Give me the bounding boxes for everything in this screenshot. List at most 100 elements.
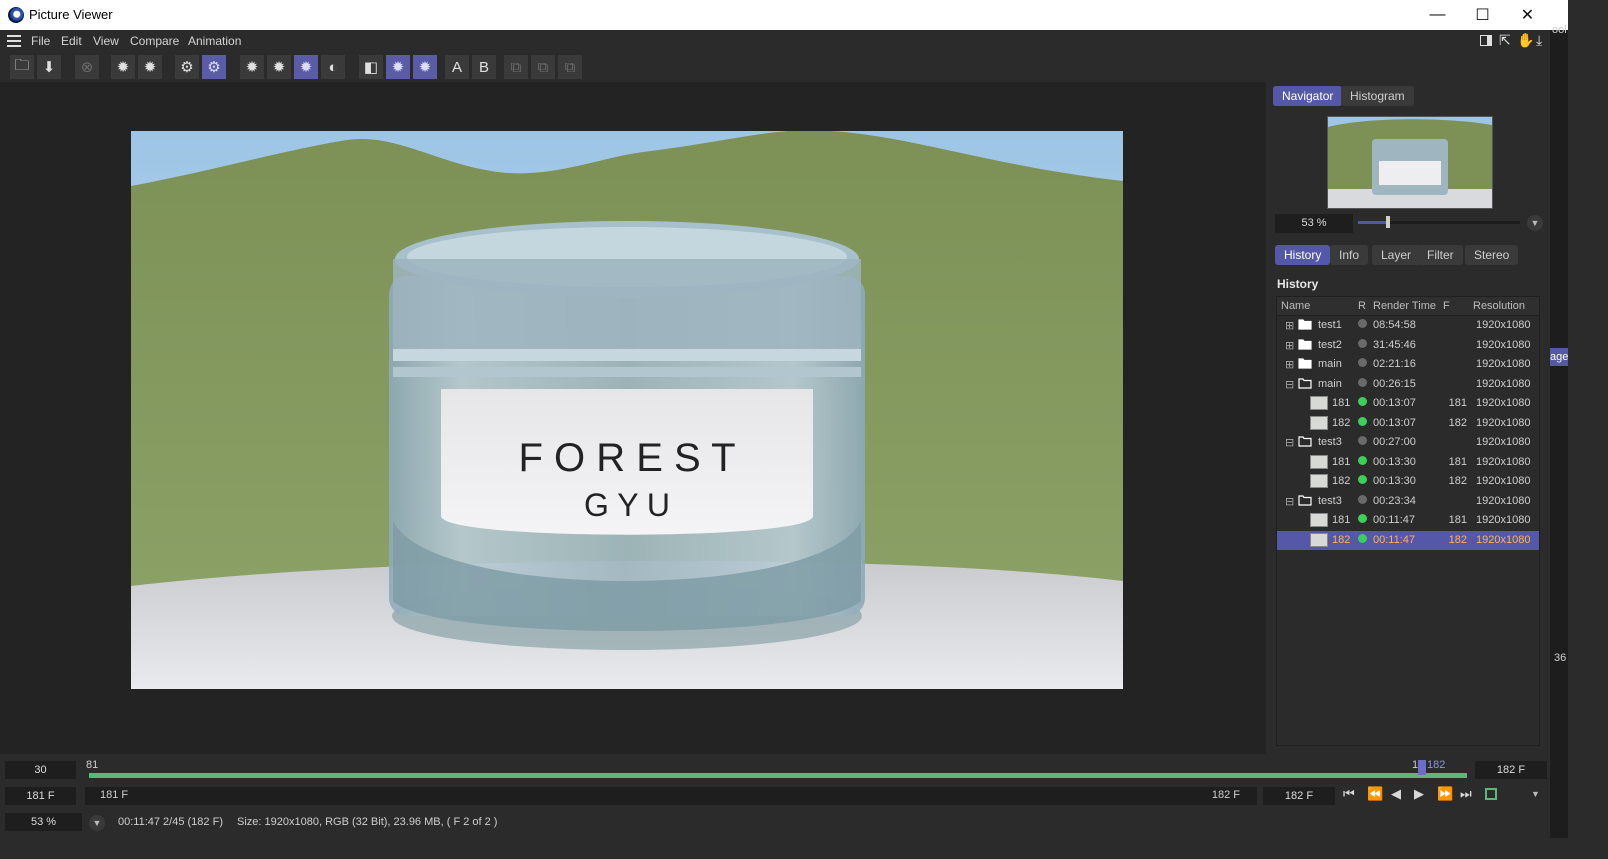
menu-compare[interactable]: Compare — [130, 34, 179, 48]
row-resolution: 1920x1080 — [1476, 358, 1531, 370]
goto-end-icon[interactable]: ⏭ — [1460, 786, 1472, 802]
status-time: 00:11:47 2/45 (182 F) — [118, 816, 223, 828]
history-row[interactable]: ⊞ test1 08:54:58 1920x1080 — [1277, 316, 1539, 335]
status-zoom-dropdown-icon[interactable]: ▼ — [89, 815, 105, 831]
timeline-dropdown-icon[interactable]: ▼ — [1531, 789, 1540, 799]
render-status-icon — [1358, 436, 1367, 445]
tab-stereo[interactable]: Stereo — [1465, 245, 1519, 265]
play-frame-field[interactable]: 182 F — [1263, 787, 1335, 805]
current-frame-field[interactable]: 181 F — [5, 787, 76, 805]
tab-layer[interactable]: Layer — [1372, 245, 1421, 265]
expand-toggle[interactable]: ⊞ — [1285, 339, 1294, 352]
close-button[interactable]: ✕ — [1505, 0, 1550, 30]
column-render-time[interactable]: Render Time — [1373, 300, 1436, 312]
zoom-field[interactable]: 53 % — [1275, 214, 1353, 233]
play-icon[interactable]: ▶ — [1414, 786, 1424, 802]
history-row[interactable]: 182 00:11:47 182 1920x1080 — [1277, 530, 1539, 550]
history-row[interactable]: 181 00:11:47 181 1920x1080 — [1277, 511, 1539, 530]
history-row[interactable]: 182 00:13:07 182 1920x1080 — [1277, 414, 1539, 433]
b-button[interactable]: B — [472, 55, 496, 79]
column-f[interactable]: F — [1443, 300, 1450, 312]
navigator-thumbnail[interactable] — [1327, 116, 1493, 209]
channel-2-icon[interactable]: ✹ — [267, 55, 291, 79]
channel-3-icon[interactable]: ✹ — [294, 55, 318, 79]
expand-toggle[interactable]: ⊟ — [1285, 378, 1294, 391]
save-icon[interactable]: ⬇ — [37, 55, 61, 79]
row-render-time: 02:21:16 — [1373, 358, 1416, 370]
tab-history[interactable]: History — [1275, 245, 1331, 265]
compare-a-icon[interactable]: ✹ — [386, 55, 410, 79]
folder-icon — [1298, 436, 1312, 447]
render-icon[interactable]: ✹ — [138, 55, 162, 79]
compare-b-icon[interactable]: ✹ — [413, 55, 437, 79]
tab-histogram[interactable]: Histogram — [1341, 86, 1414, 106]
history-row[interactable]: ⊟ test3 00:27:00 1920x1080 — [1277, 433, 1539, 452]
hamburger-icon[interactable] — [7, 35, 21, 47]
expand-toggle[interactable]: ⊞ — [1285, 358, 1294, 371]
external-window-icon[interactable]: ⇱ — [1499, 32, 1511, 49]
status-bar: 53 % ▼ 00:11:47 2/45 (182 F) Size: 1920x… — [0, 812, 1550, 834]
menu-view[interactable]: View — [93, 34, 119, 48]
prev-key-icon[interactable]: ⏪ — [1367, 786, 1383, 802]
row-render-time: 00:13:30 — [1373, 475, 1416, 487]
expand-toggle[interactable]: ⊟ — [1285, 436, 1294, 449]
end-frame-field[interactable]: 182 F — [1475, 761, 1547, 779]
tab-info[interactable]: Info — [1330, 245, 1369, 265]
row-name: main — [1318, 377, 1342, 390]
row-render-time: 31:45:46 — [1373, 338, 1416, 351]
pin-icon[interactable]: ⤓ — [1536, 32, 1542, 49]
column-r[interactable]: R — [1358, 300, 1366, 312]
difference-icon[interactable]: ⧉ — [558, 55, 582, 79]
zoom-dropdown-icon[interactable]: ▼ — [1527, 215, 1543, 231]
row-name: test3 — [1318, 494, 1342, 507]
compare-split-icon[interactable]: ◧ — [359, 55, 383, 79]
region-active-icon[interactable]: ⚙ — [202, 55, 226, 79]
overlay-icon[interactable]: ⧉ — [531, 55, 555, 79]
layout-icon[interactable] — [1480, 35, 1492, 46]
menu-file[interactable]: File — [31, 34, 50, 48]
folder-icon — [1298, 494, 1312, 506]
play-reverse-icon[interactable]: ◀ — [1391, 786, 1401, 802]
zoom-slider-handle[interactable] — [1385, 216, 1390, 228]
tab-filter[interactable]: Filter — [1418, 245, 1463, 265]
timeline-track[interactable] — [89, 773, 1467, 778]
history-row[interactable]: 181 00:13:07 181 1920x1080 — [1277, 394, 1539, 413]
history-row[interactable]: ⊞ test2 31:45:46 1920x1080 — [1277, 336, 1539, 355]
history-row[interactable]: ⊞ main 02:21:16 1920x1080 — [1277, 355, 1539, 374]
title-bar: Picture Viewer — ☐ ✕ — [0, 0, 1568, 30]
hand-icon[interactable]: ✋ — [1517, 32, 1534, 49]
next-key-icon[interactable]: ⏩ — [1437, 786, 1453, 802]
render-settings-icon[interactable]: ✹ — [111, 55, 135, 79]
channel-1-icon[interactable]: ✹ — [240, 55, 264, 79]
background-window-edge: ool age 36 — [1550, 24, 1568, 838]
expand-toggle[interactable]: ⊞ — [1285, 319, 1294, 332]
swap-icon[interactable]: ⧉ — [504, 55, 528, 79]
minimize-button[interactable]: — — [1415, 0, 1460, 30]
row-resolution: 1920x1080 — [1476, 338, 1531, 351]
history-row[interactable]: 182 00:13:30 182 1920x1080 — [1277, 472, 1539, 491]
tab-navigator[interactable]: Navigator — [1273, 86, 1343, 106]
window-title: Picture Viewer — [29, 7, 113, 22]
range-bar[interactable]: 181 F 182 F — [85, 787, 1257, 805]
history-row[interactable]: ⊟ test3 00:23:34 1920x1080 — [1277, 492, 1539, 511]
maximize-button[interactable]: ☐ — [1460, 0, 1505, 30]
status-zoom-field[interactable]: 53 % — [5, 813, 82, 831]
goto-start-icon[interactable]: ⏮ — [1343, 786, 1355, 802]
timeline-playhead[interactable] — [1418, 760, 1426, 775]
remove-icon[interactable]: ⊗ — [75, 55, 99, 79]
history-row[interactable]: 181 00:13:30 181 1920x1080 — [1277, 453, 1539, 472]
column-resolution[interactable]: Resolution — [1473, 300, 1525, 312]
menu-animation[interactable]: Animation — [188, 34, 241, 48]
region-icon[interactable]: ⚙ — [175, 55, 199, 79]
menu-edit[interactable]: Edit — [61, 34, 82, 48]
row-frame: 181 — [1448, 514, 1467, 526]
toolbar: 🗀 ⬇ ⊗ ✹ ✹ ⚙ ⚙ ✹ ✹ ✹ ◐ ◧ ✹ ✹ A B ⧉ ⧉ ⧉ — [0, 52, 1550, 82]
expand-toggle[interactable]: ⊟ — [1285, 495, 1294, 508]
open-folder-icon[interactable]: 🗀 — [10, 55, 34, 79]
column-name[interactable]: Name — [1281, 300, 1310, 312]
a-button[interactable]: A — [445, 55, 469, 79]
loop-icon[interactable] — [1485, 788, 1497, 800]
history-row[interactable]: ⊟ main 00:26:15 1920x1080 — [1277, 375, 1539, 394]
fps-field[interactable]: 30 — [5, 761, 76, 779]
contrast-icon[interactable]: ◐ — [321, 55, 345, 79]
